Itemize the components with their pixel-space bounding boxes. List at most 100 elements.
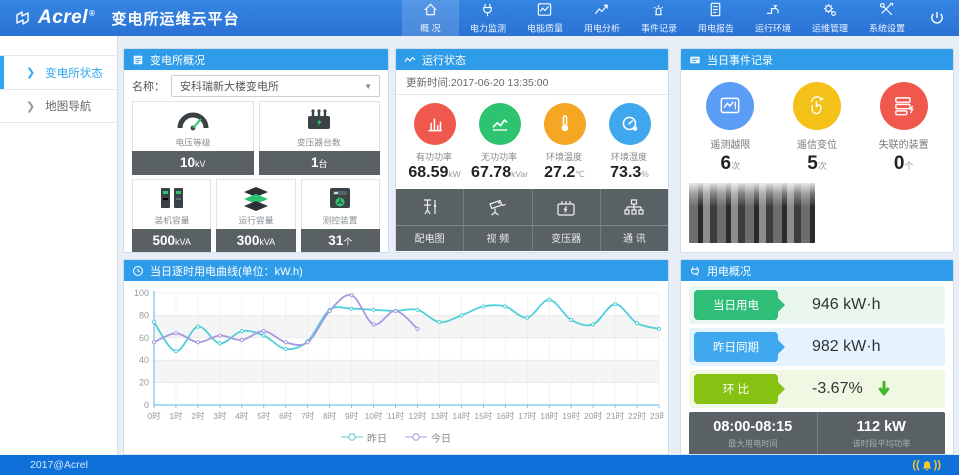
card-measure-devices: 测控装置 31个 — [301, 179, 380, 253]
logo-text: Acrel® — [38, 7, 95, 29]
nav-item-overview[interactable]: 概 况 — [402, 0, 459, 36]
station-select[interactable]: 安科瑞新大楼变电所 ▼ — [171, 75, 380, 97]
svg-text:7时: 7时 — [301, 411, 315, 421]
usage-chip: 环 比 — [694, 374, 778, 404]
svg-text:20时: 20时 — [584, 411, 602, 421]
layers-icon — [241, 183, 271, 213]
nav-item-usage-analysis[interactable]: 用电分析 — [573, 0, 630, 36]
sidebar-item-map-navigation[interactable]: ❯ 地图导航 — [0, 89, 117, 123]
plug-icon — [479, 1, 496, 18]
value-bar: 1台 — [259, 151, 381, 175]
network-cables-photo[interactable] — [820, 183, 946, 243]
brand: Acrel® 变电所运维云平台 — [0, 0, 300, 36]
main-nav: 概 况 电力监测 电能质量 用电分析 事件记录 用电报告 运行环境 运维管理 — [402, 0, 959, 36]
caret-down-icon: ▼ — [364, 82, 372, 91]
usage-chip: 昨日同期 — [694, 332, 778, 362]
panel-usage-overview: 用电概况 当日用电 946 kW·h 昨日同期 982 kW·h 环 比 -3.… — [680, 259, 954, 455]
registered-mark: ® — [89, 9, 95, 18]
value-bar: 500kVA — [132, 229, 211, 253]
server-room-photo[interactable] — [689, 183, 815, 243]
power-icon — [928, 9, 946, 27]
tools-icon — [878, 1, 895, 18]
legend-item[interactable]: 今日 — [405, 430, 451, 445]
nav-item-operation-mgmt[interactable]: 运维管理 — [801, 0, 858, 36]
nav-item-power-monitor[interactable]: 电力监测 — [459, 0, 516, 36]
page-footer: 2017@Acrel (()) — [0, 455, 959, 475]
transformer-icon — [302, 105, 336, 135]
stat-reactive-power: 无功功率 67.78kVar — [467, 103, 532, 182]
acrel-logo-icon — [14, 9, 32, 27]
svg-text:11时: 11时 — [387, 411, 405, 421]
touch-gesture-icon — [793, 82, 841, 130]
svg-text:80: 80 — [139, 310, 149, 320]
trend-up-icon — [479, 103, 521, 145]
power-button[interactable] — [915, 0, 959, 36]
usage-row-yesterday: 昨日同期 982 kW·h — [689, 328, 945, 366]
cabinet-icon — [158, 183, 186, 213]
svg-text:5时: 5时 — [257, 411, 271, 421]
panel-today-events: 当日事件记录 遥测越限 6次 遥信变位 — [680, 48, 954, 253]
chart-legend: 昨日 今日 — [128, 428, 664, 446]
video-button[interactable]: 视 频 — [463, 189, 531, 251]
usage-row-ratio: 环 比 -3.67% — [689, 370, 945, 408]
svg-text:17时: 17时 — [518, 411, 536, 421]
nav-item-usage-report[interactable]: 用电报告 — [687, 0, 744, 36]
svg-text:16时: 16时 — [496, 411, 514, 421]
panel-hourly-usage-chart: 当日逐时用电曲线(单位：kW.h) 0204060801000时1时2时3时4时… — [123, 259, 669, 455]
svg-text:40: 40 — [139, 355, 149, 365]
nav-item-environment[interactable]: 运行环境 — [744, 0, 801, 36]
nav-item-system-settings[interactable]: 系统设置 — [858, 0, 915, 36]
top-header: Acrel® 变电所运维云平台 概 况 电力监测 电能质量 用电分析 事件记录 … — [0, 0, 959, 36]
communication-button[interactable]: 通 讯 — [600, 189, 668, 251]
humidity-icon — [609, 103, 651, 145]
usage-chart: 0204060801000时1时2时3时4时5时6时7时8时9时10时11时12… — [128, 285, 664, 425]
meter-icon — [327, 183, 353, 213]
list-icon — [132, 54, 144, 66]
usage-row-today: 当日用电 946 kW·h — [689, 286, 945, 324]
transformer2-icon — [554, 196, 578, 222]
nav-item-event-record[interactable]: 事件记录 — [630, 0, 687, 36]
nav-item-power-quality[interactable]: 电能质量 — [516, 0, 573, 36]
update-time: 更新时间:2017-06-20 13:35:00 — [396, 70, 668, 95]
svg-text:3时: 3时 — [213, 411, 227, 421]
report-icon — [707, 1, 724, 18]
card-voltage-level: 电压等级 10kV — [132, 101, 254, 175]
trend-icon — [593, 1, 610, 18]
value-bar: 300kVA — [216, 229, 295, 253]
stat-ambient-humidity: 环境湿度 73.3% — [597, 103, 662, 182]
thermometer-icon — [544, 103, 586, 145]
camera-icon — [486, 196, 510, 222]
sidebar-item-substation-status[interactable]: ❯ 变电所状态 — [0, 55, 117, 89]
transformer-button[interactable]: 变压器 — [532, 189, 600, 251]
usage-chip: 当日用电 — [694, 290, 778, 320]
chevron-right-icon: ❯ — [26, 100, 35, 113]
distribution-diagram-button[interactable]: 配电图 — [396, 189, 463, 251]
legend-item[interactable]: 昨日 — [341, 430, 387, 445]
svg-text:19时: 19时 — [562, 411, 580, 421]
svg-text:15时: 15时 — [474, 411, 492, 421]
alarm-bell-icon[interactable]: (()) — [912, 459, 941, 472]
panel-running-status: 运行状态 更新时间:2017-06-20 13:35:00 有功功率 68.59… — [395, 48, 669, 253]
plug-small-icon — [689, 265, 701, 277]
svg-text:12时: 12时 — [408, 411, 426, 421]
panel-header: 运行状态 — [396, 49, 668, 70]
svg-text:0时: 0时 — [147, 411, 161, 421]
record-icon — [689, 54, 701, 66]
svg-text:13时: 13时 — [430, 411, 448, 421]
siren-icon — [650, 1, 667, 18]
app-title: 变电所运维云平台 — [111, 8, 239, 29]
value-bar: 31个 — [301, 229, 380, 253]
svg-text:10时: 10时 — [365, 411, 383, 421]
svg-text:18时: 18时 — [540, 411, 558, 421]
panel-header: 变电所概况 — [124, 49, 388, 70]
svg-text:0: 0 — [144, 400, 149, 410]
svg-text:14时: 14时 — [452, 411, 470, 421]
panel-substation-overview: 变电所概况 名称： 安科瑞新大楼变电所 ▼ 电压等级 — [123, 48, 389, 253]
gauge-icon — [175, 105, 211, 135]
svg-text:9时: 9时 — [345, 411, 359, 421]
sidebar: ❯ 变电所状态 ❯ 地图导航 — [0, 36, 118, 455]
svg-text:8时: 8时 — [323, 411, 337, 421]
clock-icon — [132, 265, 144, 277]
monitor-chart-icon — [706, 82, 754, 130]
svg-text:100: 100 — [134, 288, 149, 298]
